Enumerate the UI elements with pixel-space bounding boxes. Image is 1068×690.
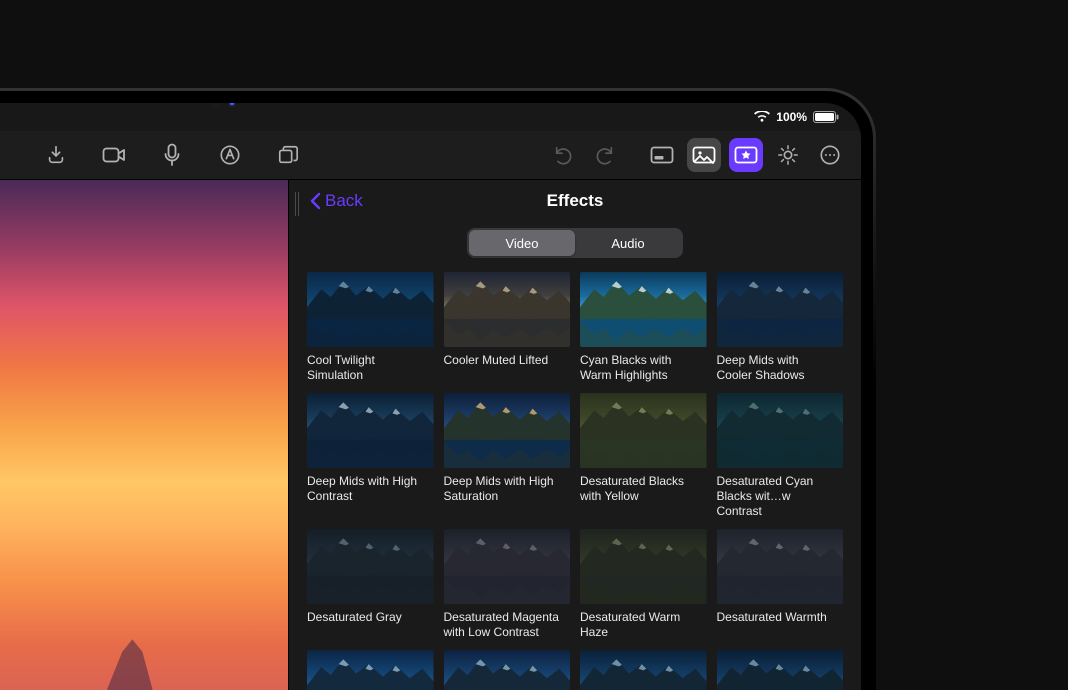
wifi-icon bbox=[754, 111, 770, 123]
effect-cell[interactable]: Cool Twilight Simulation bbox=[307, 272, 434, 383]
effect-cell[interactable]: Deep Mids with High Saturation bbox=[444, 393, 571, 519]
effect-cell[interactable] bbox=[580, 650, 707, 690]
effect-thumbnail[interactable] bbox=[307, 650, 434, 690]
battery-icon bbox=[813, 111, 839, 123]
title-draw-button[interactable] bbox=[213, 138, 247, 172]
effect-cell[interactable]: Desaturated Warmth bbox=[717, 529, 844, 640]
effect-cell[interactable]: Deep Mids with Cooler Shadows bbox=[717, 272, 844, 383]
effect-thumbnail[interactable] bbox=[444, 272, 571, 347]
effect-thumbnail[interactable] bbox=[717, 529, 844, 604]
undo-button[interactable] bbox=[547, 138, 581, 172]
effect-cell[interactable] bbox=[444, 650, 571, 690]
effects-segment: Video Audio bbox=[467, 228, 683, 258]
effect-thumbnail[interactable] bbox=[307, 529, 434, 604]
effect-cell[interactable]: Desaturated Gray bbox=[307, 529, 434, 640]
effect-cell[interactable]: Desaturated Magenta with Low Contrast bbox=[444, 529, 571, 640]
stack-layers-button[interactable] bbox=[271, 138, 305, 172]
top-toolbar bbox=[0, 131, 861, 180]
battery-text: 100% bbox=[776, 110, 807, 124]
effect-thumbnail[interactable] bbox=[307, 272, 434, 347]
camera-button[interactable] bbox=[97, 138, 131, 172]
effect-label: Cooler Muted Lifted bbox=[444, 353, 564, 383]
screen: 100% bbox=[0, 103, 861, 690]
effect-label: Desaturated Warmth bbox=[717, 610, 837, 640]
panel-title: Effects bbox=[289, 191, 861, 211]
effect-cell[interactable] bbox=[717, 650, 844, 690]
effect-label: Deep Mids with Cooler Shadows bbox=[717, 353, 837, 383]
segment-video[interactable]: Video bbox=[469, 230, 575, 256]
color-wheel-button[interactable] bbox=[771, 138, 805, 172]
chevron-left-icon bbox=[309, 192, 321, 210]
effect-label: Desaturated Blacks with Yellow bbox=[580, 474, 700, 504]
effects-grid: Cool Twilight Simulation Cooler Muted Li… bbox=[307, 272, 843, 690]
device-frame: 100% bbox=[0, 88, 876, 690]
effect-label: Desaturated Cyan Blacks wit…w Contrast bbox=[717, 474, 837, 519]
effect-thumbnail[interactable] bbox=[717, 272, 844, 347]
effect-cell[interactable] bbox=[307, 650, 434, 690]
effect-label: Desaturated Magenta with Low Contrast bbox=[444, 610, 564, 640]
effect-thumbnail[interactable] bbox=[307, 393, 434, 468]
effect-label: Desaturated Gray bbox=[307, 610, 427, 640]
effect-thumbnail[interactable] bbox=[580, 272, 707, 347]
content-area: 46 % bbox=[0, 180, 861, 690]
effect-thumbnail[interactable] bbox=[444, 650, 571, 690]
more-button[interactable] bbox=[813, 138, 847, 172]
effect-thumbnail[interactable] bbox=[580, 393, 707, 468]
back-label: Back bbox=[325, 191, 363, 211]
effect-thumbnail[interactable] bbox=[444, 529, 571, 604]
effects-panel: Back Effects Video Audio bbox=[288, 180, 861, 690]
microphone-button[interactable] bbox=[155, 138, 189, 172]
status-bar: 100% bbox=[0, 103, 861, 131]
effects-button[interactable] bbox=[729, 138, 763, 172]
effect-label: Deep Mids with High Saturation bbox=[444, 474, 564, 504]
effect-thumbnail[interactable] bbox=[580, 529, 707, 604]
effect-cell[interactable]: Cooler Muted Lifted bbox=[444, 272, 571, 383]
effect-cell[interactable]: Cyan Blacks with Warm Highlights bbox=[580, 272, 707, 383]
back-button[interactable]: Back bbox=[309, 191, 363, 211]
front-camera-cluster bbox=[163, 103, 283, 113]
redo-button[interactable] bbox=[587, 138, 621, 172]
viewer: 46 % bbox=[0, 180, 288, 690]
effect-cell[interactable]: Deep Mids with High Contrast bbox=[307, 393, 434, 519]
effect-label: Cyan Blacks with Warm Highlights bbox=[580, 353, 700, 383]
effect-thumbnail[interactable] bbox=[580, 650, 707, 690]
segment-audio[interactable]: Audio bbox=[575, 230, 681, 256]
effect-cell[interactable]: Desaturated Cyan Blacks wit…w Contrast bbox=[717, 393, 844, 519]
photo-button[interactable] bbox=[687, 138, 721, 172]
caption-card-button[interactable] bbox=[645, 138, 679, 172]
effect-thumbnail[interactable] bbox=[717, 393, 844, 468]
effect-cell[interactable]: Desaturated Blacks with Yellow bbox=[580, 393, 707, 519]
viewer-image bbox=[0, 180, 288, 690]
effect-label: Desaturated Warm Haze bbox=[580, 610, 700, 640]
effect-thumbnail[interactable] bbox=[717, 650, 844, 690]
import-button[interactable] bbox=[39, 138, 73, 172]
effect-label: Cool Twilight Simulation bbox=[307, 353, 427, 383]
effect-cell[interactable]: Desaturated Warm Haze bbox=[580, 529, 707, 640]
effect-label: Deep Mids with High Contrast bbox=[307, 474, 427, 504]
effect-thumbnail[interactable] bbox=[444, 393, 571, 468]
